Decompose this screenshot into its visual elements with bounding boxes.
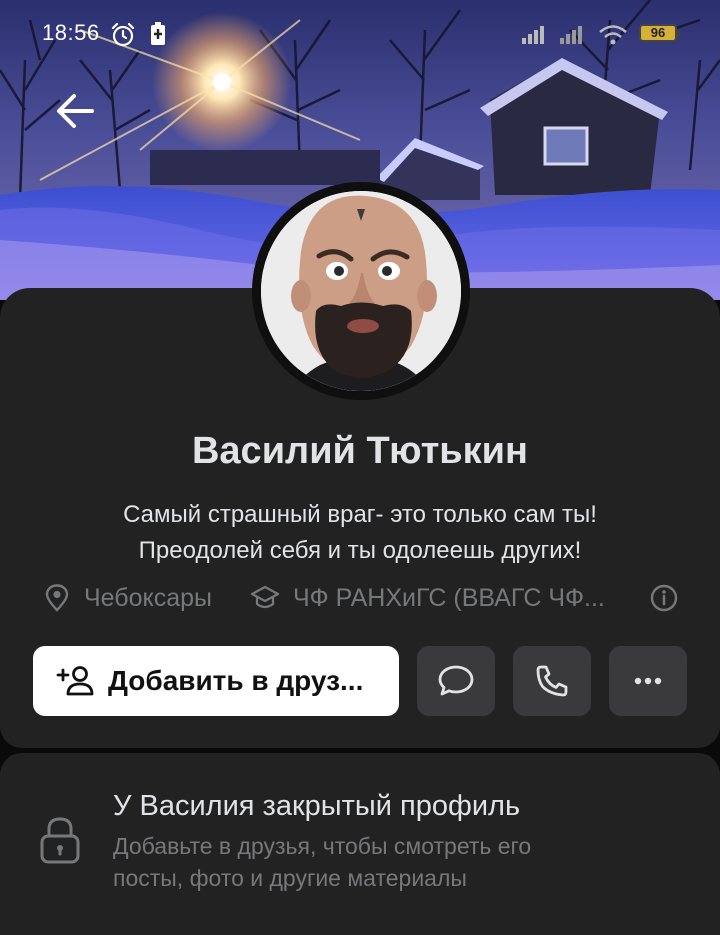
battery-saver-icon bbox=[150, 22, 166, 51]
phone-icon bbox=[536, 665, 568, 697]
lock-icon bbox=[40, 817, 80, 864]
add-friend-icon bbox=[56, 666, 94, 696]
profile-status-line: Преодолей себя и ты одолеешь других! bbox=[138, 537, 582, 564]
private-profile-title: У Василия закрытый профиль bbox=[113, 790, 521, 822]
message-icon bbox=[438, 665, 474, 696]
alarm-icon bbox=[110, 22, 136, 53]
private-profile-description: Добавьте в друзья, чтобы смотреть его по… bbox=[113, 830, 673, 894]
arrow-left-icon bbox=[57, 94, 94, 128]
more-icon bbox=[634, 677, 662, 685]
location-pin-icon bbox=[45, 584, 69, 612]
profile-name: Василий Тютькин bbox=[191, 430, 528, 472]
city-label: Чебоксары bbox=[84, 584, 213, 612]
profile-status: Самый страшный враг- это только сам ты! … bbox=[0, 497, 720, 569]
status-time: 18:56 bbox=[42, 20, 100, 45]
private-profile-description-line: Добавьте в друзья, чтобы смотреть его bbox=[113, 833, 532, 859]
signal-icon-2 bbox=[560, 24, 590, 49]
profile-status-line: Самый страшный враг- это только сам ты! bbox=[123, 501, 597, 528]
profile-screen: 18:56 96 Василий Тютькин Самый страшный … bbox=[0, 0, 720, 935]
avatar[interactable] bbox=[261, 191, 461, 391]
more-button[interactable] bbox=[609, 646, 687, 716]
signal-icon bbox=[522, 24, 552, 49]
battery-indicator: 96 bbox=[639, 24, 680, 42]
graduation-cap-icon bbox=[250, 585, 280, 609]
wifi-icon bbox=[598, 24, 628, 51]
add-friend-label: Добавить в друз... bbox=[108, 665, 364, 696]
message-button[interactable] bbox=[417, 646, 495, 716]
profile-info-row[interactable]: Чебоксары ЧФ РАНХиГС (ВВАГС ЧФ... bbox=[40, 580, 685, 616]
call-button[interactable] bbox=[513, 646, 591, 716]
private-profile-description-line: посты, фото и другие материалы bbox=[113, 865, 467, 891]
info-icon[interactable] bbox=[650, 584, 678, 612]
add-friend-button[interactable]: Добавить в друз... bbox=[33, 646, 399, 716]
education-label: ЧФ РАНХиГС (ВВАГС ЧФ... bbox=[293, 584, 605, 612]
back-button[interactable] bbox=[50, 86, 102, 136]
status-bar: 18:56 96 bbox=[0, 0, 720, 70]
